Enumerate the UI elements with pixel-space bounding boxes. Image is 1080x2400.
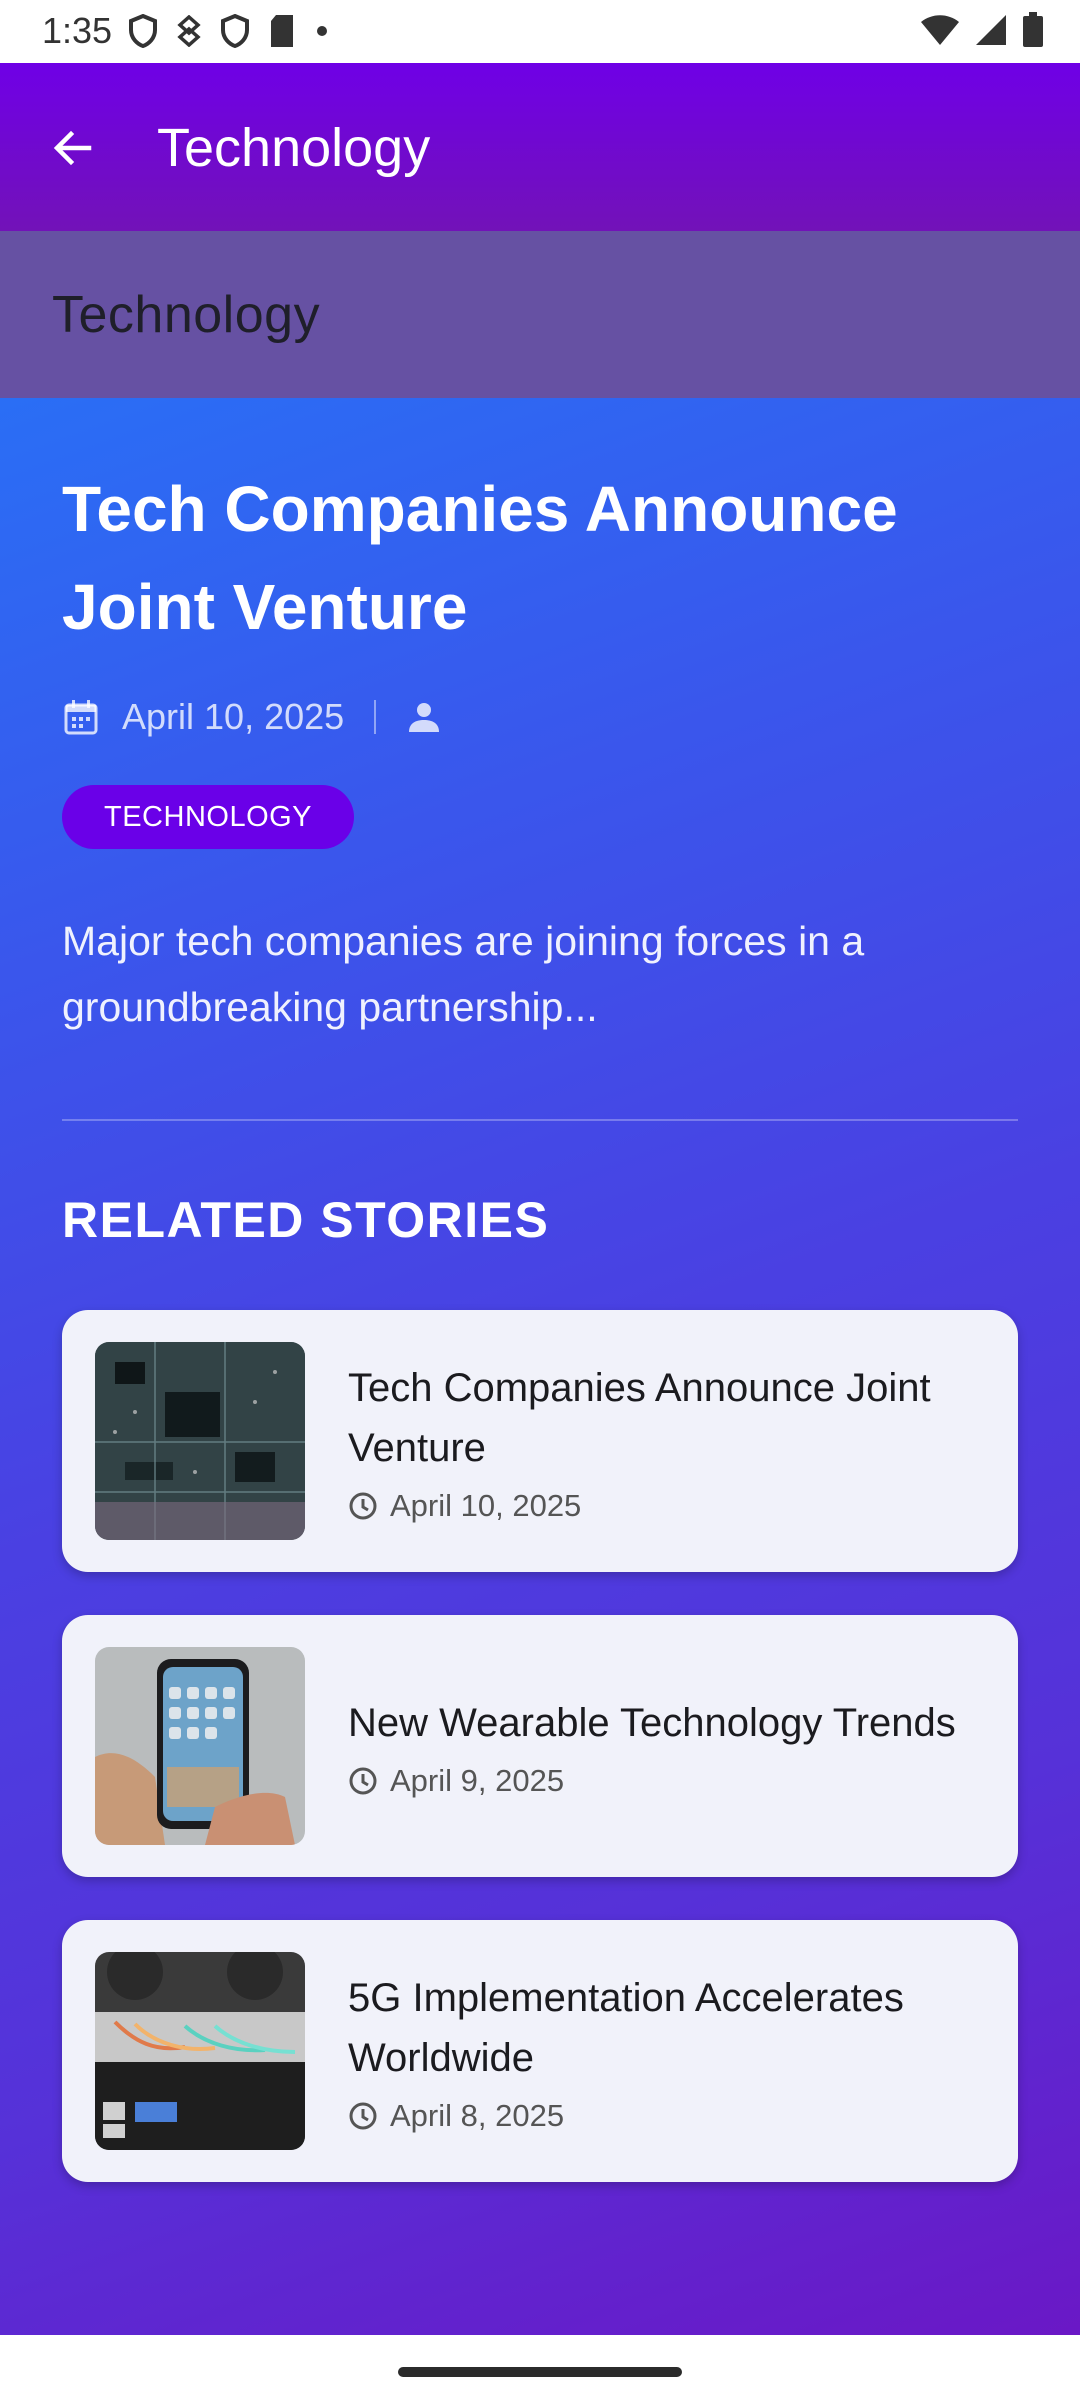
article-date: April 10, 2025 [122,696,345,737]
status-time: 1:35 [42,10,113,51]
related-story-text: Tech Companies Announce Joint Venture Ap… [348,1310,988,1572]
network-switch-thumbnail [95,1952,305,2150]
app-bar-title: Technology [157,118,431,178]
calendar-icon [64,700,98,735]
back-button[interactable] [40,115,106,181]
arrow-back-icon [53,130,92,166]
status-icons-right [920,12,1044,48]
related-story-card[interactable]: Tech Companies Announce Joint Venture Ap… [62,1310,1018,1572]
person-icon [409,703,440,732]
related-story-text: 5G Implementation Accelerates Worldwide … [348,1920,988,2182]
related-story-date: April 9, 2025 [390,1763,565,1798]
related-story-card[interactable]: 5G Implementation Accelerates Worldwide … [62,1920,1018,2182]
section-divider [62,1119,1018,1121]
related-story-card[interactable]: New Wearable Technology Trends April 9, … [62,1615,1018,1877]
related-story-date-row: April 9, 2025 [348,1763,988,1799]
related-story-date-row: April 8, 2025 [348,2098,988,2134]
wifi-icon [921,15,959,45]
status-icons-left [128,14,330,48]
related-story-title: 5G Implementation Accelerates Worldwide [348,1976,904,2080]
category-header: Technology [0,231,1080,398]
dot-icon [317,26,327,36]
related-stories-title: RELATED STORIES [62,1192,550,1248]
vpn-key-icon [177,15,201,47]
status-bar: 1:35 [0,0,1080,63]
related-story-text: New Wearable Technology Trends April 9, … [348,1615,988,1877]
shield-icon [221,14,249,48]
clock-icon [349,2102,377,2130]
clock-icon [349,1767,377,1795]
related-story-title: Tech Companies Announce Joint Venture [348,1366,931,1470]
meta-divider [374,700,377,734]
category-header-title: Technology [52,286,321,344]
home-handle[interactable] [398,2367,682,2377]
article-summary: Major tech companies are joining forces … [62,918,865,1030]
article-meta: April 10, 2025 [62,688,454,746]
related-story-date-row: April 10, 2025 [348,1488,988,1524]
signal-icon [976,15,1006,45]
smartphone-thumbnail [95,1647,305,1845]
related-story-date: April 8, 2025 [390,2098,565,2133]
shield-icon [129,14,157,48]
battery-icon [1023,12,1043,47]
related-story-date: April 10, 2025 [390,1488,582,1523]
circuit-board-thumbnail [95,1342,305,1540]
related-story-title: New Wearable Technology Trends [348,1701,956,1745]
gesture-nav-bar [0,2335,1080,2400]
clock-icon [349,1492,377,1520]
article-headline: Tech Companies Announce Joint Venture [62,473,898,643]
category-chip[interactable]: TECHNOLOGY [62,785,355,849]
app-bar: Technology [0,63,1080,231]
article-content: Tech Companies Announce Joint Venture Ap… [0,398,1080,2335]
sd-card-icon [271,15,293,47]
